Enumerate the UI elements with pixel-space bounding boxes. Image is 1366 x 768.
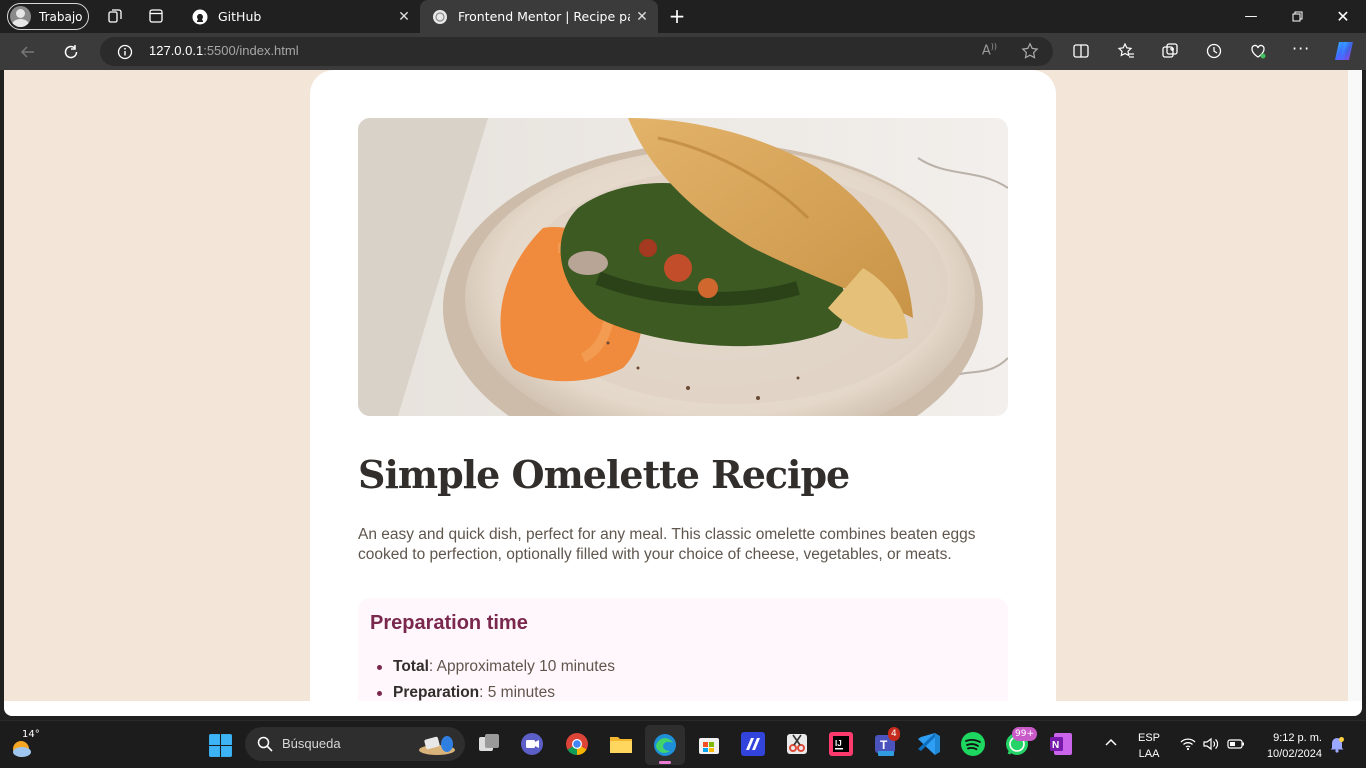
- taskbar-search[interactable]: Búsqueda: [245, 727, 465, 761]
- active-indicator: [659, 761, 671, 764]
- recipe-description: An easy and quick dish, perfect for any …: [358, 526, 976, 563]
- restore-button[interactable]: [1274, 0, 1320, 33]
- chevron-up-icon: [1105, 738, 1117, 746]
- preparation-time-box: Preparation time Total: Approximately 10…: [358, 598, 1008, 701]
- search-icon: [257, 736, 273, 752]
- edge-taskbar-button[interactable]: [645, 725, 685, 765]
- new-tab-button[interactable]: +: [666, 4, 688, 28]
- vertical-scrollbar[interactable]: [1348, 70, 1362, 701]
- lang-line1: ESP: [1138, 732, 1161, 744]
- restore-icon: [1292, 11, 1302, 22]
- battery-icon[interactable]: [1227, 738, 1245, 750]
- window-frame-bottom: [4, 701, 1362, 716]
- search-highlight-icon: [419, 736, 455, 755]
- site-favicon-icon: [433, 9, 447, 24]
- favorite-star-icon[interactable]: [1021, 42, 1039, 60]
- tab-recipe-page[interactable]: Frontend Mentor | Recipe page ✕: [420, 0, 658, 33]
- list-item-text: : Approximately 10 minutes: [428, 658, 615, 675]
- collections-icon[interactable]: [1161, 42, 1179, 60]
- svg-text:IJ: IJ: [835, 739, 842, 748]
- workspaces-icon[interactable]: [107, 8, 123, 24]
- edge-icon: [654, 734, 676, 756]
- refresh-icon: [64, 45, 78, 59]
- address-bar[interactable]: 127.0.0.1:5500/index.html A)): [100, 37, 1053, 66]
- recipe-title: Simple Omelette Recipe: [358, 452, 850, 497]
- history-icon[interactable]: [1205, 42, 1223, 60]
- wifi-icon[interactable]: [1180, 737, 1196, 751]
- notifications-bell-icon[interactable]: [1328, 735, 1346, 753]
- list-item: Preparation: 5 minutes: [377, 682, 615, 701]
- back-button[interactable]: [15, 39, 41, 65]
- tab-bar: Trabajo GitHub ✕ Frontend Mentor | Recip…: [0, 0, 1366, 33]
- avatar: [10, 6, 31, 27]
- preparation-time-heading: Preparation time: [370, 612, 528, 634]
- browser-essentials-icon[interactable]: [1249, 42, 1267, 60]
- profile-label: Trabajo: [39, 9, 83, 24]
- profile-button[interactable]: Trabajo: [7, 3, 89, 30]
- svg-text:T: T: [880, 738, 888, 752]
- page-viewport: Simple Omelette Recipe An easy and quick…: [4, 70, 1348, 701]
- whatsapp-badge: 99+: [1012, 727, 1037, 741]
- app-icon[interactable]: [740, 731, 766, 757]
- url-host: 127.0.0.1: [149, 43, 204, 58]
- preparation-time-list: Total: Approximately 10 minutes Preparat…: [377, 656, 615, 701]
- list-item-term: Total: [393, 658, 429, 675]
- windows-start-icon[interactable]: [208, 733, 233, 758]
- meet-icon[interactable]: [519, 731, 545, 757]
- url-path: :5500/index.html: [203, 43, 299, 58]
- close-tab-icon[interactable]: ✕: [630, 9, 654, 25]
- taskbar: 14° Búsqueda IJ T 4 99+ N ESP LAA 9:12 p…: [0, 720, 1366, 768]
- omelette-photo: [358, 118, 1008, 416]
- url-text: 127.0.0.1:5500/index.html: [149, 43, 299, 58]
- task-view-icon[interactable]: [476, 731, 502, 757]
- refresh-button[interactable]: [58, 39, 84, 65]
- tab-label: GitHub: [218, 9, 262, 24]
- vscode-icon[interactable]: [916, 731, 942, 757]
- weather-temp: 14°: [22, 729, 40, 740]
- chrome-icon[interactable]: [564, 731, 590, 757]
- show-hidden-icons-chevron[interactable]: [1104, 735, 1118, 750]
- svg-text:N: N: [1052, 740, 1059, 751]
- arrow-left-icon: [20, 46, 34, 58]
- favorites-icon[interactable]: [1117, 42, 1135, 60]
- list-item-text: : 5 minutes: [479, 684, 555, 701]
- file-explorer-icon[interactable]: [608, 731, 634, 757]
- store-icon[interactable]: [696, 731, 722, 757]
- close-tab-icon[interactable]: ✕: [392, 9, 416, 25]
- info-icon[interactable]: [117, 44, 133, 60]
- search-placeholder: Búsqueda: [282, 736, 341, 751]
- volume-icon[interactable]: [1203, 737, 1219, 751]
- snipping-icon[interactable]: [784, 731, 810, 757]
- teams-badge: 4: [888, 727, 900, 741]
- close-window-button[interactable]: ✕: [1320, 0, 1366, 33]
- recipe-card: Simple Omelette Recipe An easy and quick…: [310, 70, 1056, 701]
- read-aloud-icon[interactable]: A)): [982, 42, 997, 58]
- tab-actions-icon[interactable]: [148, 8, 164, 24]
- copilot-icon[interactable]: [1333, 40, 1355, 62]
- more-menu-icon[interactable]: ···: [1292, 39, 1310, 58]
- list-item: Total: Approximately 10 minutes: [377, 656, 615, 682]
- tab-github[interactable]: GitHub ✕: [180, 0, 420, 33]
- split-screen-icon[interactable]: [1072, 42, 1090, 60]
- tab-label: Frontend Mentor | Recipe page: [458, 9, 630, 24]
- lang-line2: LAA: [1138, 748, 1160, 760]
- minimize-button[interactable]: —: [1228, 0, 1274, 33]
- spotify-icon[interactable]: [960, 731, 986, 757]
- github-icon: [192, 9, 208, 24]
- clock[interactable]: 9:12 p. m. 10/02/2024: [1267, 730, 1322, 762]
- clock-date: 10/02/2024: [1266, 748, 1322, 760]
- list-item-term: Preparation: [393, 684, 480, 701]
- onenote-icon[interactable]: N: [1048, 731, 1074, 757]
- language-indicator[interactable]: ESP LAA: [1138, 730, 1160, 762]
- clock-time: 9:12 p. m.: [1273, 732, 1322, 744]
- intellij-icon[interactable]: IJ: [828, 731, 854, 757]
- browser-toolbar: 127.0.0.1:5500/index.html A)) ···: [0, 33, 1366, 70]
